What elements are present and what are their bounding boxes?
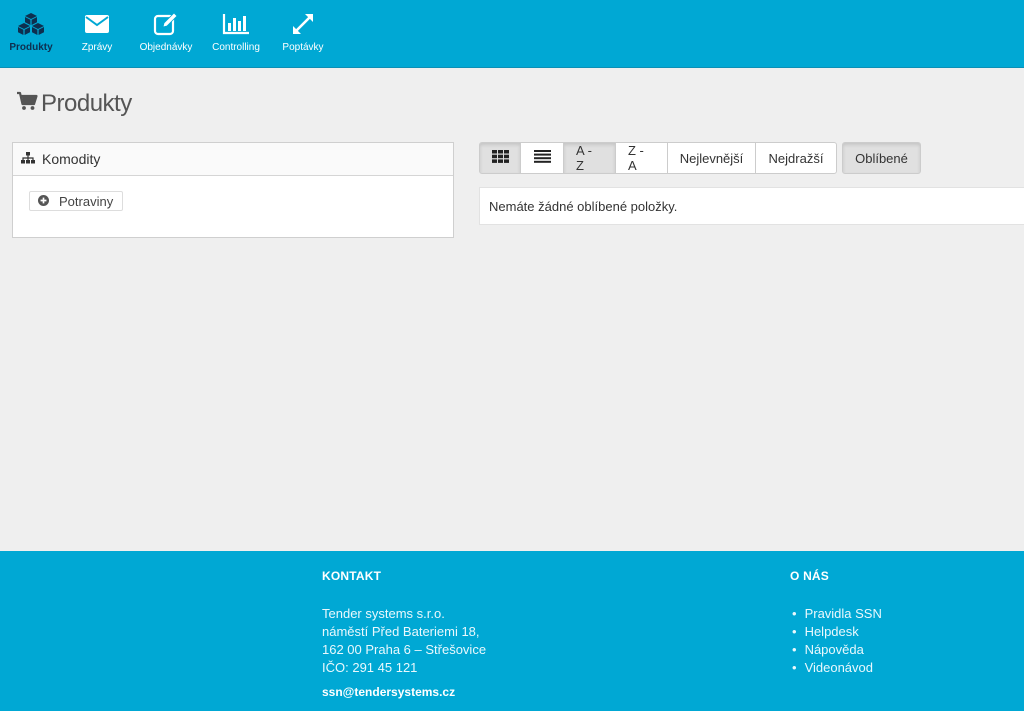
expand-icon	[288, 11, 318, 37]
footer-link-helpdesk[interactable]: • Helpdesk	[792, 624, 859, 639]
grid-view-button[interactable]	[479, 142, 521, 174]
footer-link-pravidla[interactable]: • Pravidla SSN	[792, 606, 882, 621]
sort-cheapest-button[interactable]: Nejlevnější	[667, 142, 756, 174]
favorites-button[interactable]: Oblíbené	[842, 142, 921, 174]
page-title: Produkty	[16, 90, 132, 118]
cubes-icon	[16, 11, 46, 37]
list-view-button[interactable]	[520, 142, 564, 174]
nav-item-objednavky[interactable]: Objednávky	[137, 0, 195, 68]
company-id: IČO: 291 45 121	[322, 660, 418, 675]
nav-item-label: Objednávky	[139, 42, 193, 53]
nav-item-label: Produkty	[9, 42, 53, 53]
nav-item-label: Zprávy	[81, 42, 113, 53]
grid-icon	[491, 150, 509, 166]
nav-item-label: Controlling	[212, 42, 260, 53]
footer: KONTAKT Tender systems s.r.o. náměstí Př…	[0, 551, 1024, 711]
contact-email-link[interactable]: ssn@tendersystems.cz	[322, 685, 455, 699]
nav-item-zpravy[interactable]: Zprávy	[75, 0, 119, 68]
contact-heading: KONTAKT	[322, 569, 382, 583]
sitemap-icon	[21, 151, 35, 167]
top-navigation: Produkty Zprávy Objednávky Controlling P…	[0, 0, 1024, 68]
sort-az-button[interactable]: A - Z	[563, 142, 616, 174]
footer-link-videonavod[interactable]: • Videonávod	[792, 660, 873, 675]
nav-item-produkty[interactable]: Produkty	[3, 0, 59, 68]
nav-item-controlling[interactable]: Controlling	[208, 0, 264, 68]
view-sort-toolbar: A - Z Z - A Nejlevnější Nejdražší Oblíbe…	[479, 142, 921, 174]
categories-panel-title: Komodity	[42, 151, 101, 167]
sort-za-button[interactable]: Z - A	[615, 142, 668, 174]
sort-most-expensive-button[interactable]: Nejdražší	[755, 142, 837, 174]
page-title-text: Produkty	[41, 90, 132, 117]
nav-item-label: Poptávky	[282, 42, 324, 53]
plus-circle-icon	[38, 194, 49, 209]
nav-item-poptavky[interactable]: Poptávky	[280, 0, 326, 68]
company-name: Tender systems s.r.o.	[322, 606, 445, 621]
categories-panel: Komodity Potraviny	[12, 142, 454, 238]
category-item-potraviny[interactable]: Potraviny	[29, 191, 124, 211]
categories-panel-header: Komodity	[13, 143, 453, 176]
edit-icon	[151, 11, 181, 37]
about-heading: O NÁS	[790, 569, 830, 583]
address-city: 162 00 Praha 6 – Střešovice	[322, 642, 487, 657]
cart-icon	[16, 90, 38, 118]
address-street: náměstí Před Bateriemi 18,	[322, 624, 480, 639]
empty-favorites-notice: Nemáte žádné oblíbené položky.	[479, 187, 1024, 225]
footer-link-napoveda[interactable]: • Nápověda	[792, 642, 864, 657]
category-item-label: Potraviny	[59, 193, 114, 209]
notice-text: Nemáte žádné oblíbené položky.	[489, 198, 678, 214]
envelope-icon	[82, 11, 112, 37]
list-icon	[533, 150, 551, 166]
bar-chart-icon	[221, 11, 251, 37]
